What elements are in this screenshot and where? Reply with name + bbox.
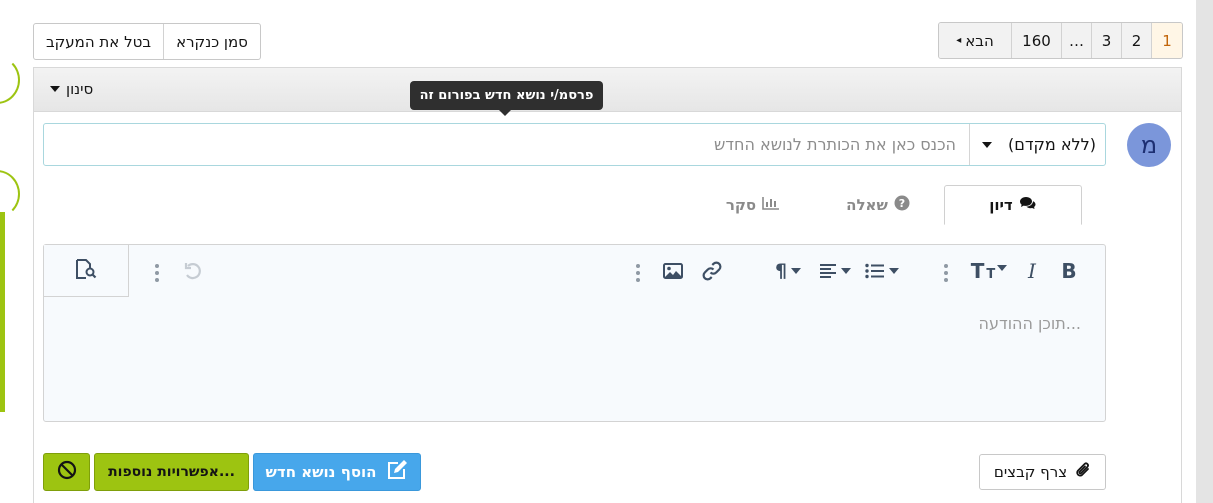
filter-dropdown[interactable]: סינון [50,80,93,98]
italic-icon[interactable]: I [1020,259,1044,283]
prefix-value: (ללא מקדם) [1007,135,1096,154]
tooltip-text: פרסמ/י נושא חדש בפורום זה [419,88,594,103]
accent-bar [0,212,5,412]
left-sidebar-edge [0,0,20,503]
comments-icon [1019,196,1037,214]
filter-label: סינון [66,80,94,98]
bar-chart-icon [762,196,780,214]
thread-type-tabs: דיון שאלה ? סקר [43,185,1106,225]
image-icon[interactable] [661,259,685,283]
mark-read-button[interactable]: סמן כנקרא [163,24,260,59]
message-body-placeholder: תוכן ההודעה... [978,314,1081,333]
list-icon[interactable] [862,259,902,283]
post-thread-label: הוסף נושא חדש [265,463,377,481]
avatar-letter: מ [1140,131,1158,159]
decorative-curve [0,170,20,218]
page-ellipsis: … [1061,23,1091,58]
page-link-current[interactable]: 1 [1151,23,1182,58]
tab-poll-label: סקר [725,196,757,214]
title-row: (ללא מקדם) [43,123,1106,166]
more-options-button[interactable]: אפשרויות נוספות... [94,453,249,491]
link-icon[interactable] [700,259,724,283]
post-thread-button[interactable]: הוסף נושא חדש [253,453,421,491]
more-vertical-icon[interactable] [636,264,640,268]
page-link-160[interactable]: 160 [1011,23,1061,58]
message-editor[interactable]: ¶ TT I B תוכן ההודעה... [43,244,1106,422]
chevron-down-icon [982,141,992,148]
tab-poll[interactable]: סקר [698,185,808,225]
post-tooltip: פרסמ/י נושא חדש בפורום זה [410,81,603,116]
tab-discussion-label: דיון [989,196,1013,214]
attach-label: צרף קבצים [993,463,1068,481]
filter-bar: סינון [34,68,1181,112]
editor-toolbar: ¶ TT I B [44,245,1105,297]
chevron-down-icon [50,86,60,92]
align-icon[interactable] [816,259,854,283]
svg-text:?: ? [899,197,905,210]
bold-icon[interactable]: B [1057,259,1081,283]
question-circle-icon: ? [894,195,910,215]
tab-question[interactable]: שאלה ? [818,185,938,225]
untrack-button[interactable]: בטל את המעקב [34,24,163,59]
next-page-button[interactable]: ◂ הבא [939,23,1011,58]
next-page-label: הבא [965,31,994,50]
preview-button[interactable] [44,245,129,297]
pagination: ◂ הבא 160 … 3 2 1 [938,22,1183,59]
prefix-select[interactable]: (ללא מקדם) [969,124,1105,165]
page-link-3[interactable]: 3 [1091,23,1121,58]
more-vertical-icon[interactable] [944,264,948,268]
preview-icon [75,258,97,283]
attach-files-button[interactable]: צרף קבצים [979,454,1106,490]
tab-question-label: שאלה [846,196,888,214]
chevron-left-icon: ◂ [956,35,962,46]
tab-discussion[interactable]: דיון [944,185,1082,225]
more-vertical-icon[interactable] [155,264,159,268]
avatar[interactable]: מ [1127,123,1171,167]
edit-icon [386,460,408,484]
decorative-curve [0,56,20,104]
page-link-2[interactable]: 2 [1121,23,1151,58]
cancel-button[interactable] [43,453,90,491]
ban-icon [57,460,77,484]
scrollbar[interactable] [1196,0,1213,503]
paragraph-icon[interactable]: ¶ [769,259,807,283]
thread-actions: בטל את המעקב סמן כנקרא [33,23,261,60]
paperclip-icon [1075,460,1091,484]
more-options-label: אפשרויות נוספות... [108,464,235,480]
undo-icon[interactable] [181,259,205,283]
thread-title-input[interactable] [58,124,958,165]
text-size-icon[interactable]: TT [969,259,1009,283]
